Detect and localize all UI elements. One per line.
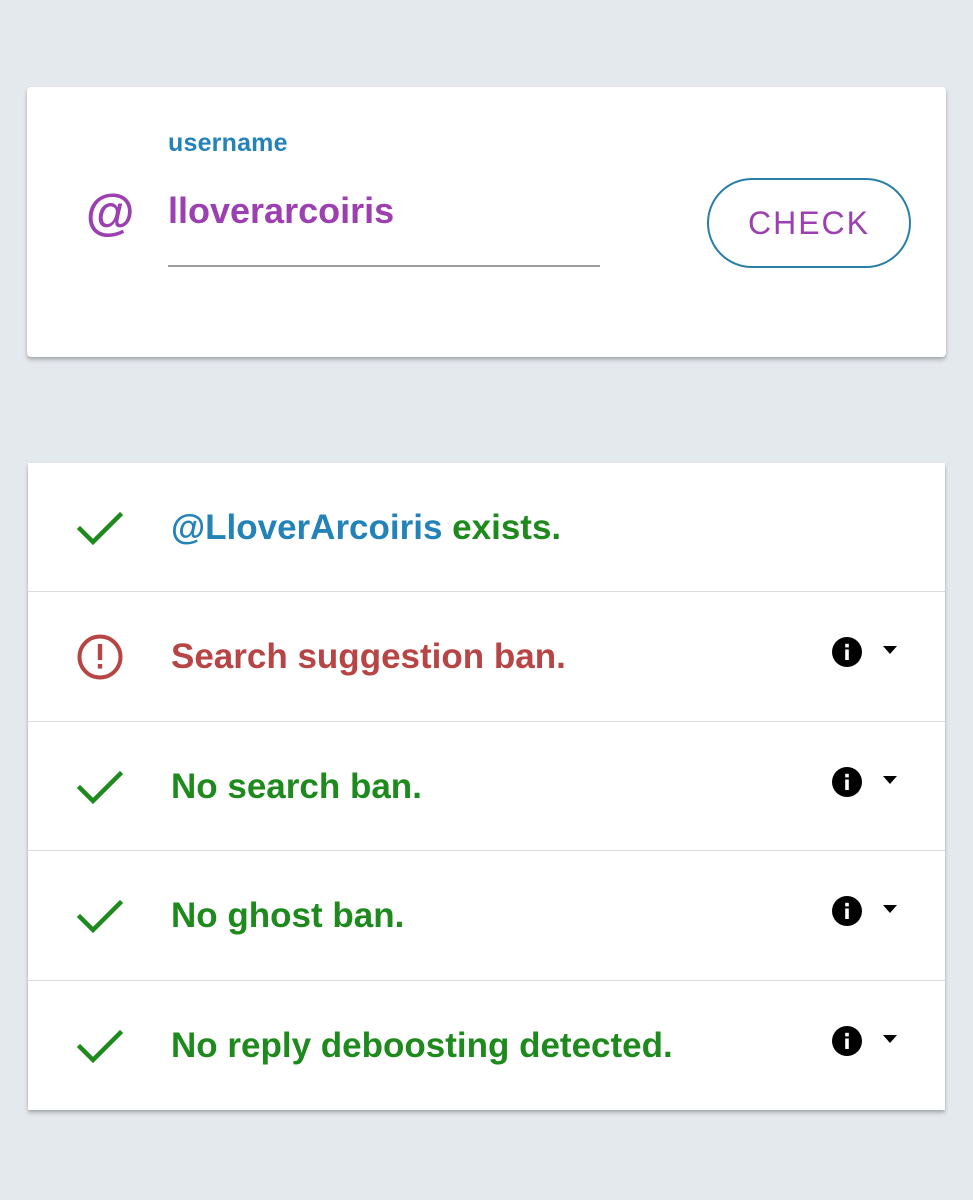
alert-circle-icon (77, 634, 123, 680)
username-field-label: username (168, 129, 288, 157)
result-row-exists: @LloverArcoiris exists. (28, 463, 945, 593)
results-card: @LloverArcoiris exists. Search suggestio… (28, 463, 945, 1110)
result-text-ghost-ban: No ghost ban. (171, 896, 405, 936)
result-text-search-suggestion-ban: Search suggestion ban. (171, 637, 566, 677)
username-search-card: username @ CHECK (27, 87, 946, 357)
checkmark-icon (76, 899, 124, 934)
result-row-search-suggestion-ban: Search suggestion ban. (28, 592, 945, 722)
info-icon[interactable] (831, 1025, 863, 1057)
caret-down-icon[interactable] (882, 645, 898, 655)
caret-down-icon[interactable] (882, 1034, 898, 1044)
caret-down-icon[interactable] (882, 775, 898, 785)
info-icon[interactable] (831, 766, 863, 798)
exists-label: exists. (442, 508, 562, 547)
check-button[interactable]: CHECK (707, 178, 911, 268)
result-text-reply-deboosting: No reply deboosting detected. (171, 1025, 673, 1065)
at-sign-icon: @ (85, 185, 134, 241)
profile-handle-link[interactable]: @LloverArcoiris (171, 508, 442, 547)
caret-down-icon[interactable] (882, 904, 898, 914)
checkmark-icon (76, 511, 124, 546)
info-icon[interactable] (831, 636, 863, 668)
checkmark-icon (76, 1029, 124, 1063)
result-text-exists: @LloverArcoiris exists. (171, 463, 561, 592)
result-row-reply-deboosting: No reply deboosting detected. (28, 981, 945, 1110)
result-text-search-ban: No search ban. (171, 766, 422, 806)
result-row-search-ban: No search ban. (28, 722, 945, 852)
result-row-ghost-ban: No ghost ban. (28, 851, 945, 981)
username-input[interactable] (168, 185, 600, 267)
checkmark-icon (76, 770, 124, 804)
info-icon[interactable] (831, 895, 863, 927)
